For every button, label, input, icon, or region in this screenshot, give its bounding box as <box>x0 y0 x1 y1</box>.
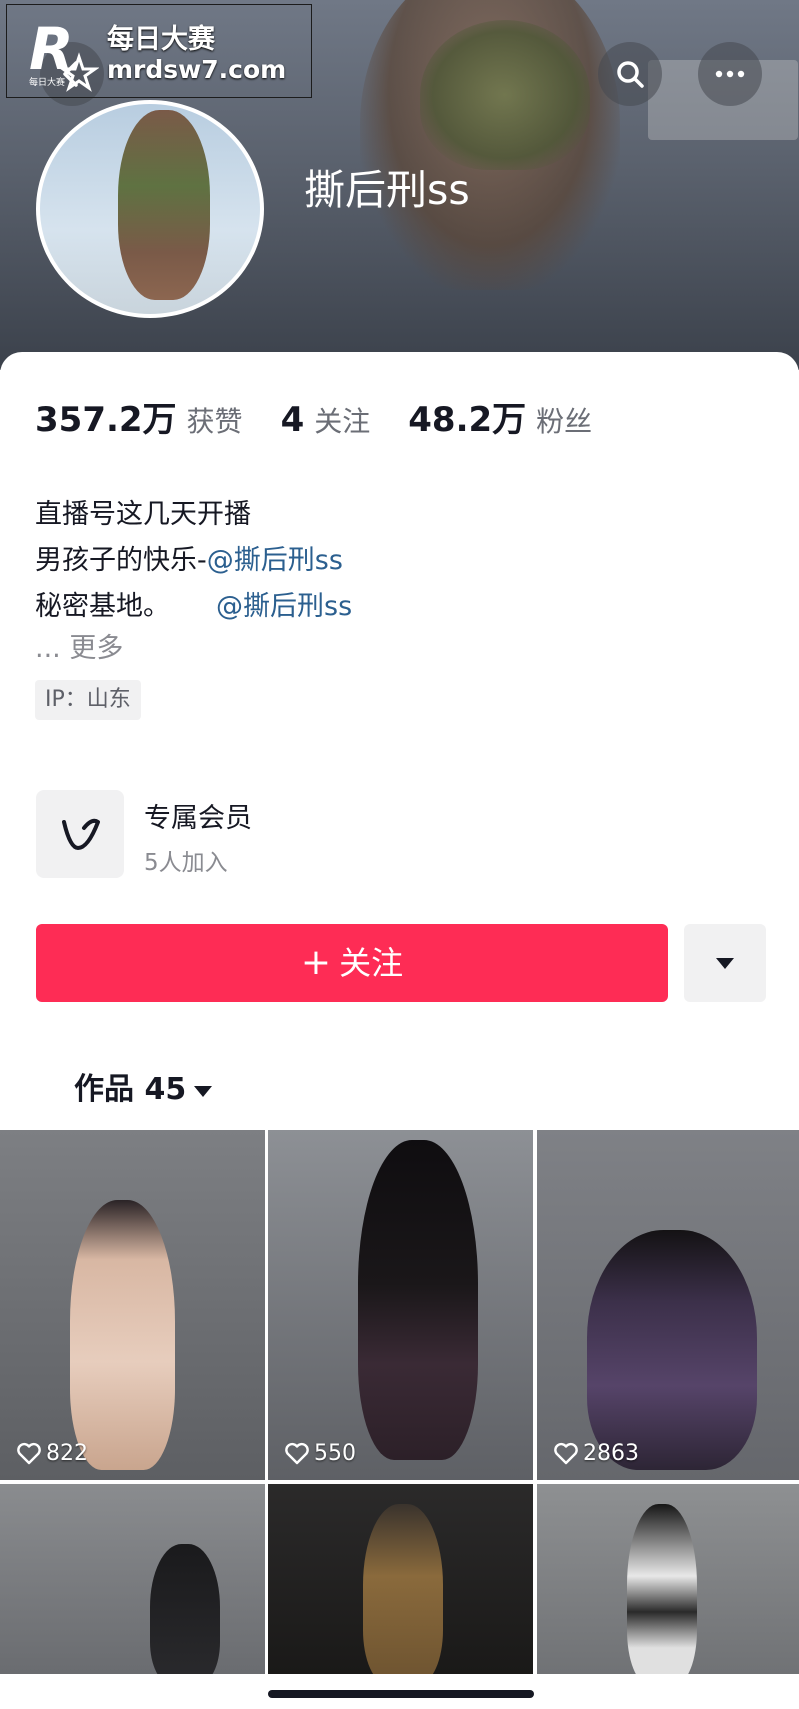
more-icon <box>715 70 745 78</box>
membership-v-icon <box>62 818 100 850</box>
plus-icon: + <box>300 942 332 983</box>
likes-label: 获赞 <box>186 405 243 438</box>
watermark-url: mrdsw7.com <box>107 55 287 84</box>
watermark-title: 每日大赛 <box>107 24 215 55</box>
profile-username: 撕后刑ss <box>304 166 470 214</box>
video-thumbnail[interactable]: 550 <box>268 1130 533 1480</box>
watermark-logo-icon: R 每日大赛 <box>29 17 99 92</box>
search-icon <box>617 61 644 88</box>
avatar[interactable] <box>36 100 264 318</box>
caret-down-icon <box>194 1085 213 1097</box>
bio-mention-2[interactable]: @撕后刑ss <box>216 591 352 622</box>
likes-count-2: 550 <box>314 1441 356 1466</box>
watermark-logo-sub: 每日大赛 <box>29 76 65 88</box>
search-button[interactable] <box>598 42 662 106</box>
thumbnail-figure <box>150 1544 220 1674</box>
header-background-detail <box>420 20 590 170</box>
bio-line-3: 秘密基地。 @撕后刑ss <box>35 584 352 623</box>
recommend-dropdown-button[interactable] <box>684 924 766 1002</box>
bio-mention-1[interactable]: @撕后刑ss <box>207 545 343 576</box>
heart-icon <box>554 1442 578 1464</box>
following-label[interactable]: 关注 <box>314 400 370 440</box>
followers-label[interactable]: 粉丝 <box>536 400 592 440</box>
profile-stats: 357.2万 获赞 4 关注 48.2万 粉丝 <box>35 392 630 441</box>
video-thumbnail[interactable] <box>268 1484 533 1674</box>
followers-count[interactable]: 48.2万 <box>408 392 526 441</box>
home-indicator[interactable] <box>268 1690 534 1698</box>
likes-count-1: 822 <box>46 1441 88 1466</box>
triangle-down-icon <box>716 958 734 969</box>
site-watermark: R 每日大赛 每日大赛 mrdsw7.com <box>6 4 312 98</box>
bio-line-2: 男孩子的快乐-@撕后刑ss <box>35 538 343 577</box>
following-count[interactable]: 4 <box>281 400 305 440</box>
follow-button[interactable]: + 关注 <box>36 924 668 1002</box>
membership-title[interactable]: 专属会员 <box>144 796 252 835</box>
bio-line-2-text: 男孩子的快乐- <box>35 545 207 576</box>
more-button[interactable] <box>698 42 762 106</box>
thumbnail-figure <box>627 1504 697 1674</box>
heart-icon <box>285 1442 309 1464</box>
likes-count: 357.2万 <box>35 400 177 440</box>
likes-badge: 2863 <box>553 1441 639 1466</box>
video-thumbnail[interactable]: 822 <box>0 1130 265 1480</box>
tab-works-label: 作品 45 <box>74 1072 187 1107</box>
heart-icon <box>17 1442 41 1464</box>
tab-works[interactable]: 作品 45 <box>74 1064 214 1108</box>
thumbnail-figure <box>363 1504 443 1674</box>
thumbnail-figure <box>587 1230 757 1470</box>
avatar-photo <box>118 110 210 300</box>
video-thumbnail[interactable] <box>537 1484 799 1674</box>
likes-badge: 550 <box>284 1441 356 1466</box>
profile-header: R 每日大赛 每日大赛 mrdsw7.com 撕后刑ss <box>0 0 799 370</box>
bio-line-1: 直播号这几天开播 <box>35 499 251 530</box>
likes-count-3: 2863 <box>583 1441 639 1466</box>
bio-more-link[interactable]: ... 更多 <box>35 626 123 665</box>
thumbnail-figure <box>358 1140 478 1460</box>
thumbnail-figure <box>70 1200 175 1470</box>
bio-line-3-text: 秘密基地。 <box>35 591 170 622</box>
video-thumbnail[interactable]: 2863 <box>537 1130 799 1480</box>
ip-location-tag: IP：山东 <box>35 680 141 720</box>
membership-icon-box[interactable] <box>36 790 124 878</box>
likes-badge: 822 <box>16 1441 88 1466</box>
follow-button-label: 关注 <box>339 944 404 982</box>
membership-count: 5人加入 <box>144 850 228 876</box>
video-thumbnail[interactable] <box>0 1484 265 1674</box>
